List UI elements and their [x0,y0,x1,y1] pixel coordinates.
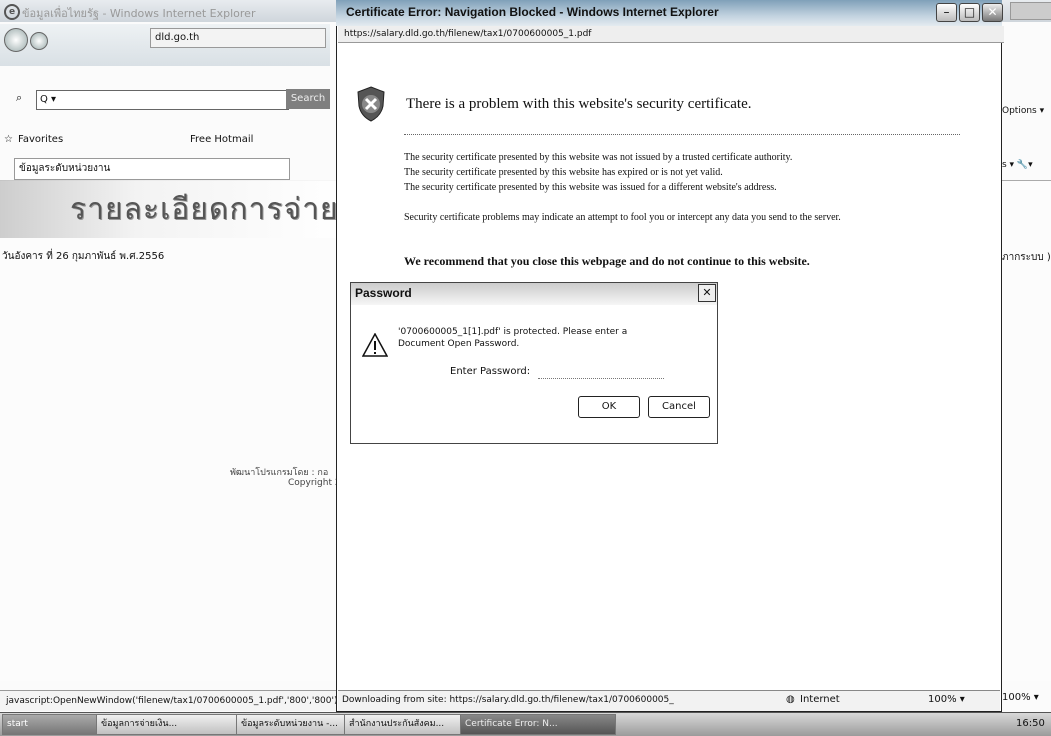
background-zoom-control[interactable]: 100% ▾ [1002,692,1039,703]
certificate-reason: The security certificate presented by th… [404,167,723,178]
maximize-button[interactable]: □ [959,3,980,22]
taskbar-item-active[interactable]: Certificate Error: N... [460,714,616,735]
ie-icon: e [4,4,20,20]
certificate-recommendation: We recommend that you close this webpage… [404,254,810,268]
taskbar-clock: 16:50 [1016,718,1045,729]
password-input[interactable] [538,362,664,379]
background-window-buttons[interactable] [1010,2,1051,20]
download-status-text: Downloading from site: https://salary.dl… [342,695,674,705]
divider [404,134,960,135]
close-button[interactable]: ✕ [982,3,1003,22]
page-footer-credit: พัฒนาโปรแกรมโดย : กอ [230,468,329,478]
password-label: Enter Password: [450,366,531,377]
taskbar-item[interactable]: ข้อมูลระดับหน่วยงาน -... [236,714,346,735]
minimize-button[interactable]: – [936,3,957,22]
dialog-close-button[interactable]: ✕ [698,284,716,302]
password-dialog-title: Password [355,286,412,300]
certificate-window-title: Certificate Error: Navigation Blocked - … [346,5,719,19]
forward-button[interactable] [30,32,48,50]
search-provider-icon[interactable]: ⌕ [16,91,22,105]
free-hotmail-link[interactable]: Free Hotmail [190,134,253,145]
warning-icon [362,333,388,357]
zoom-control[interactable]: 100% ▾ [928,690,965,710]
password-dialog-message: '0700600005_1[1].pdf' is protected. Plea… [398,327,628,349]
background-window-title: ข้อมูลเพื่อไทยรัฐ - Windows Internet Exp… [22,7,256,20]
background-status-bar: javascript:OpenNewWindow('filenew/tax1/0… [0,690,342,711]
options-menu[interactable]: Options ▾ [1002,106,1044,116]
browser-tab[interactable]: ข้อมูลระดับหน่วยงาน [14,158,290,180]
search-button[interactable]: Search [286,89,330,109]
start-button[interactable]: start [2,714,98,735]
window-controls: – □ ✕ [934,3,1003,22]
certificate-error-heading: There is a problem with this website's s… [406,96,752,112]
page-date: วันอังคาร ที่ 26 กุมภาพันธ์ พ.ศ.2556 [2,251,165,262]
tools-menu[interactable]: s ▾ 🔧▾ [1002,160,1033,170]
certificate-reason: The security certificate presented by th… [404,152,793,163]
page-footer-copyright: Copyright 2 [288,478,341,488]
security-zone-label: Internet [800,694,840,705]
internet-zone-icon: ◍ [786,694,795,705]
ok-button[interactable]: OK [578,396,640,418]
favorites-label[interactable]: Favorites [18,134,63,145]
taskbar-item[interactable]: ข้อมูลการจ่ายเงิน... [96,714,238,735]
search-input[interactable]: Q ▾ [36,90,289,110]
certificate-warning-text: Security certificate problems may indica… [404,212,841,223]
back-button[interactable] [4,28,28,52]
shield-error-icon [357,86,385,122]
certificate-address-bar[interactable]: https://salary.dld.go.th/filenew/tax1/07… [338,26,1004,43]
favorites-star-icon[interactable]: ☆ [4,134,13,145]
background-address-bar[interactable]: dld.go.th [150,28,326,48]
cancel-button[interactable]: Cancel [648,396,710,418]
page-side-text: ภากระบบ ) [1002,252,1051,263]
certificate-reason: The security certificate presented by th… [404,182,777,193]
taskbar-item[interactable]: สำนักงานประกันสังคม... [344,714,462,735]
